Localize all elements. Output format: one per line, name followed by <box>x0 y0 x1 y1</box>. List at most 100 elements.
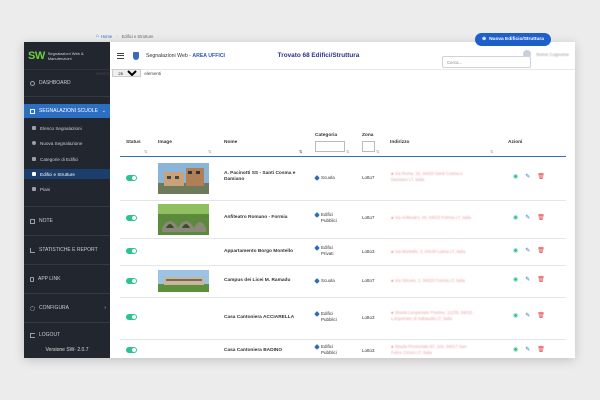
table-row[interactable]: Casa Cantoniera BADINO Edifici Pubblici … <box>120 339 566 358</box>
category-badge: Scuola <box>314 278 335 284</box>
sidebar-sub-edifici[interactable]: Edifici e Strutture <box>24 169 110 179</box>
eye-icon[interactable]: ◉ <box>513 248 518 254</box>
tag-icon <box>32 157 36 161</box>
zona-filter[interactable] <box>362 141 375 152</box>
sidebar-sub-categorie[interactable]: Categorie di Edifici <box>24 154 110 164</box>
pin-icon: ● <box>391 310 394 315</box>
address-value: ● Via Montello, 3, 04100 Latina LT, Ital… <box>391 249 466 254</box>
sidebar-sub-piani[interactable]: Piani <box>24 184 110 194</box>
status-toggle[interactable] <box>126 248 137 254</box>
page-length-select[interactable]: 25 <box>112 69 142 77</box>
building-name: Campus dei Licei M. Ramadu <box>224 278 291 283</box>
category-badge: Edifici Pubblici <box>314 311 345 323</box>
pin-icon: ● <box>391 171 394 176</box>
table-row[interactable]: Campus dei Licei M. Ramadu Scuola Lotto7… <box>120 265 566 298</box>
building-thumbnail <box>158 270 209 292</box>
edit-icon[interactable]: ✎ <box>525 277 530 283</box>
building-icon <box>32 172 36 176</box>
trash-icon[interactable]: 🗑 <box>537 347 545 353</box>
status-toggle[interactable] <box>126 314 137 320</box>
tag-icon <box>314 278 320 284</box>
pin-icon: ● <box>391 215 394 220</box>
phone-icon <box>30 276 34 282</box>
row-actions: ◉ ✎ 🗑 <box>513 313 545 319</box>
breadcrumb-current: Edifici e Strutture <box>121 33 154 39</box>
breadcrumb-home[interactable]: Home <box>101 34 112 39</box>
breadcrumb: ⌂ Home › Edifici e Strutture <box>96 33 154 39</box>
sidebar-item-configura[interactable]: CONFIGURA › <box>24 301 110 315</box>
plus-circle-icon <box>32 141 36 145</box>
edit-icon[interactable]: ✎ <box>525 347 530 353</box>
zone-value: Lotto3 <box>362 249 375 254</box>
zone-value: Lotto7 <box>362 215 375 220</box>
eye-icon[interactable]: ◉ <box>513 347 518 353</box>
address-value: ● Via Vitruvio, 2, 04023 Formia LT, Ital… <box>391 278 465 283</box>
trash-icon[interactable]: 🗑 <box>537 313 545 319</box>
status-toggle[interactable] <box>126 175 137 181</box>
table-row[interactable]: Appartamento Borgo Montello Edifici Priv… <box>120 238 566 266</box>
table-row[interactable]: Casa Cantoniera ACCIARELLA Edifici Pubbl… <box>120 297 566 340</box>
table-row[interactable]: A. Pacinotti SS - Santi Cosma e Damiano … <box>120 157 566 201</box>
sidebar-item-segnalazioni[interactable]: SEGNALAZIONI SCUOLE ⌄ <box>24 104 110 118</box>
sidebar-item-note[interactable]: NOTE <box>24 214 110 228</box>
row-actions: ◉ ✎ 🗑 <box>513 347 545 353</box>
trash-icon[interactable]: 🗑 <box>537 174 545 180</box>
tag-icon <box>314 311 320 317</box>
sidebar-sub-elenco[interactable]: Elenco Segnalazioni <box>24 123 110 133</box>
layers-icon <box>32 187 36 191</box>
sort-icon[interactable]: ⇅ <box>144 149 147 154</box>
logo-mark: SW <box>28 49 45 62</box>
sidebar-sub-nuova[interactable]: Nuova Segnalazione <box>24 138 110 148</box>
sort-icon[interactable]: ⇅ <box>376 149 379 154</box>
address-value: ● Strada Lungomare Pontino, 11235, 04010… <box>391 310 473 321</box>
chevron-right-icon: › <box>104 305 106 311</box>
tag-icon <box>314 245 320 251</box>
address-value: ● Via Roma, 18, 04020 Santi Cosma e Dami… <box>391 171 463 182</box>
breadcrumb-separator: › <box>116 33 118 39</box>
sidebar-item-logout[interactable]: LOGOUT <box>24 328 110 342</box>
edit-icon[interactable]: ✎ <box>525 215 530 221</box>
pin-icon: ● <box>391 344 394 349</box>
trash-icon[interactable]: 🗑 <box>537 215 545 221</box>
zone-value: Lotto3 <box>362 315 375 320</box>
version-label: Versione SW- 2.0.7 <box>45 347 89 353</box>
chart-icon <box>30 247 35 253</box>
address-value: ● Via Anfiteatro, 00, 04023 Formia LT, I… <box>391 215 472 220</box>
categoria-filter[interactable] <box>315 141 345 152</box>
zone-value: Lotto7 <box>362 278 375 283</box>
trash-icon[interactable]: 🗑 <box>537 277 545 283</box>
tag-icon <box>314 212 320 218</box>
zone-value: Lotto7 <box>362 175 375 180</box>
sort-icon[interactable]: ⇅ <box>490 149 493 154</box>
new-building-button[interactable]: ⊕ Nuova Edificio/Struttura <box>475 33 551 46</box>
status-toggle[interactable] <box>126 215 137 221</box>
eye-icon[interactable]: ◉ <box>513 313 518 319</box>
status-toggle[interactable] <box>126 278 137 284</box>
edit-icon[interactable]: ✎ <box>525 248 530 254</box>
eye-icon[interactable]: ◉ <box>513 277 518 283</box>
category-badge: Edifici Pubblici <box>314 212 345 224</box>
pin-icon: ● <box>391 278 394 283</box>
page-length-control: Mostra 25 elementi <box>96 69 161 77</box>
search-input[interactable]: Cerca... <box>442 56 531 68</box>
sidebar-item-statistiche[interactable]: STATISTICHE E REPORT <box>24 243 110 257</box>
building-name: A. Pacinotti SS - Santi Cosma e Damiano <box>224 171 296 182</box>
eye-icon[interactable]: ◉ <box>513 174 518 180</box>
building-thumbnail <box>158 163 209 194</box>
trash-icon[interactable]: 🗑 <box>537 248 545 254</box>
sidebar-item-dashboard[interactable]: DASHBOARD <box>24 76 110 90</box>
sort-icon[interactable]: ⇅ <box>208 149 211 154</box>
category-badge: Edifici Privati <box>314 245 345 257</box>
tag-icon <box>314 344 320 350</box>
dashboard-icon <box>30 80 35 86</box>
sort-icon[interactable]: ⇅ <box>346 149 349 154</box>
building-name: Casa Cantoniera BADINO <box>224 348 283 353</box>
table-row[interactable]: Anfiteatro Romano - Formia Edifici Pubbl… <box>120 200 566 239</box>
edit-icon[interactable]: ✎ <box>525 313 530 319</box>
note-icon <box>30 218 35 224</box>
sort-icon[interactable]: ⇅ <box>299 149 302 154</box>
status-toggle[interactable] <box>126 347 137 353</box>
edit-icon[interactable]: ✎ <box>525 174 530 180</box>
sidebar-item-applink[interactable]: APP LINK <box>24 272 110 286</box>
eye-icon[interactable]: ◉ <box>513 215 518 221</box>
